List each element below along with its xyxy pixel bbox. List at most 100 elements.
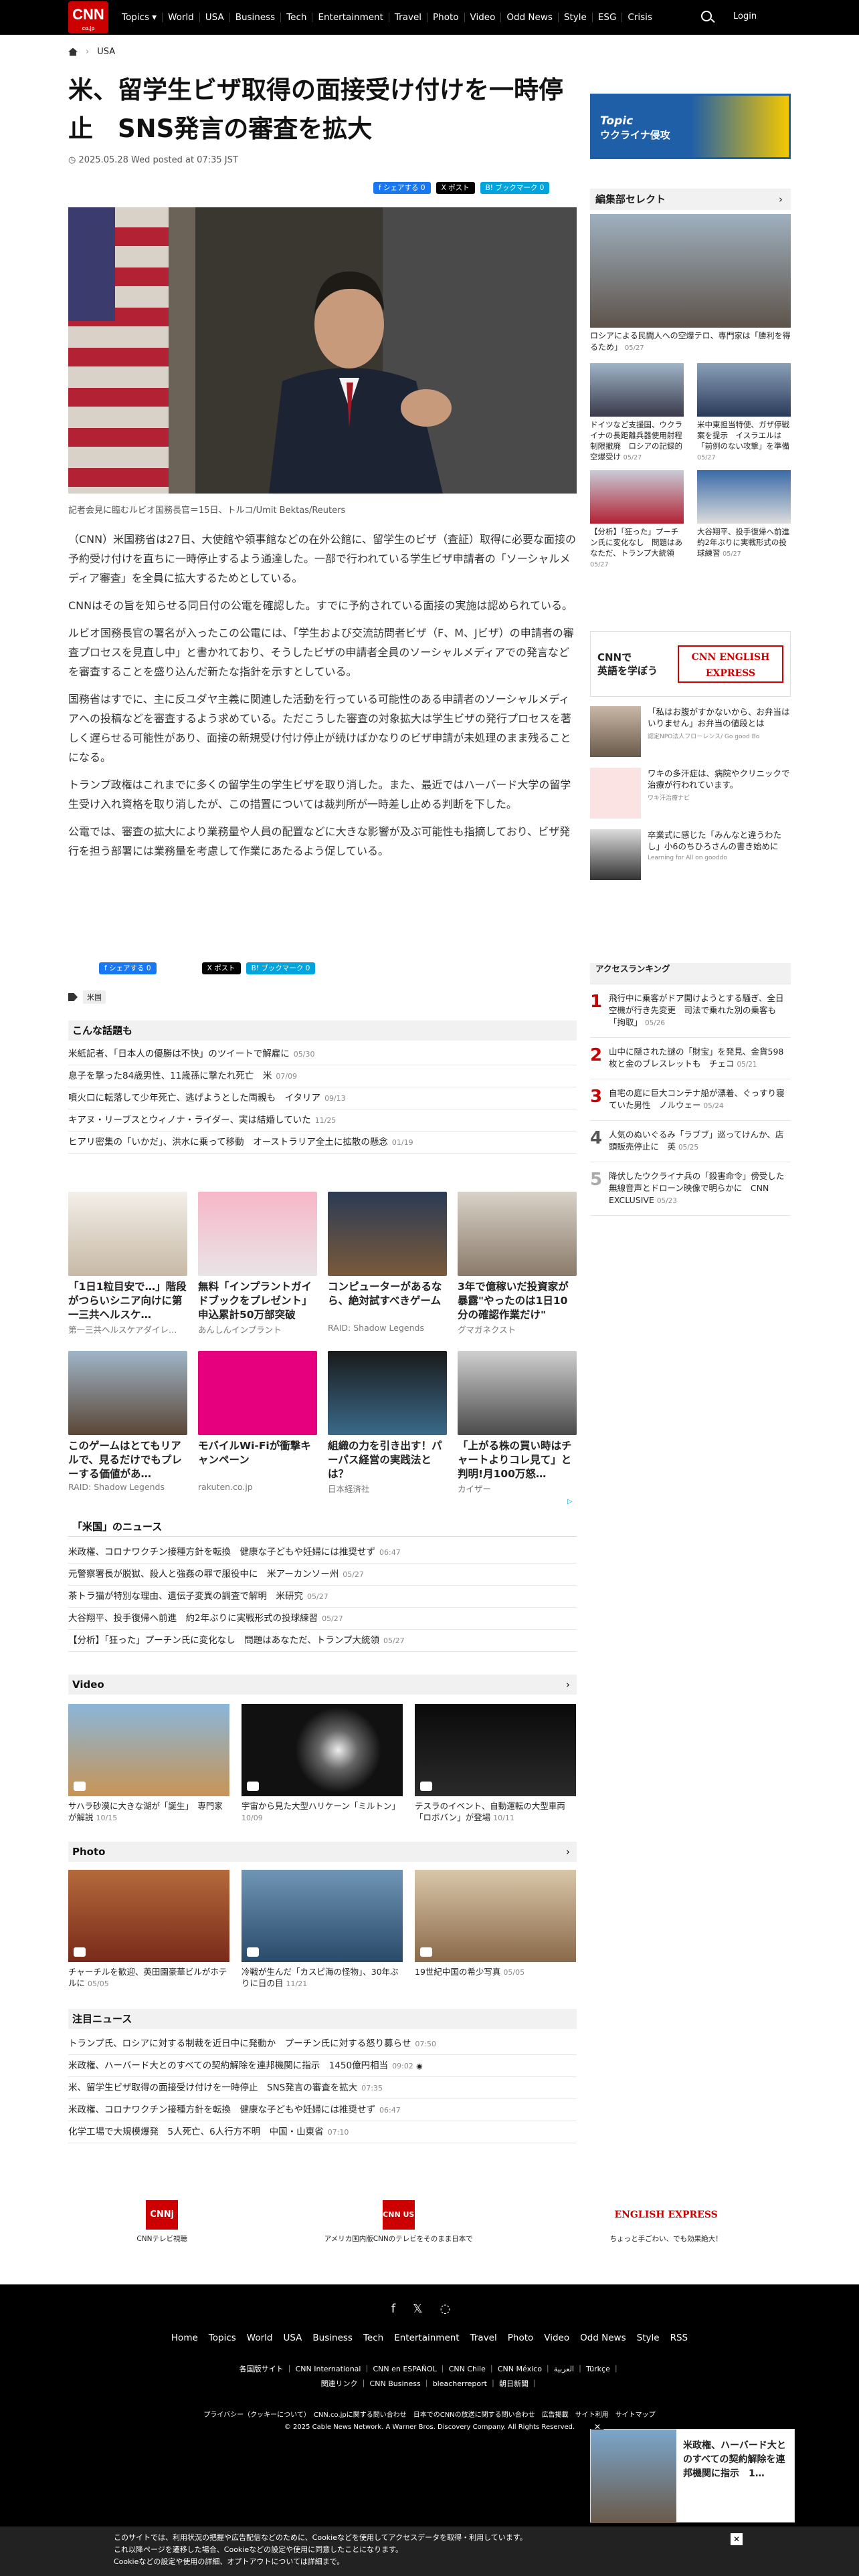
- title-text[interactable]: サハラ砂漠に大きな湖が「誕生」 専門家が解説: [68, 1801, 223, 1822]
- editor-main-title[interactable]: ロシアによる民間人への空爆テロ、専門家は「勝利を得るため」 05/27: [590, 330, 791, 354]
- adchoices-icon[interactable]: ▷: [567, 1498, 573, 1505]
- video-title[interactable]: 宇宙から見た大型ハリケーン「ミルトン」 10/09: [242, 1800, 403, 1824]
- list-item[interactable]: 米政権、コロナワクチン接種方針を転換 健康な子どもや妊婦には推奨せず 06:47: [68, 2099, 577, 2121]
- list-item[interactable]: 米紙記者、「日本人の優勝は不快」のツイートで解雇に 05/30: [68, 1043, 577, 1065]
- sponsored-item[interactable]: 卒業式に感じた「みんなと違うわたし」小6のちひろさんの書き始めに Learning…: [590, 829, 791, 880]
- item-title[interactable]: 噴火口に転落して少年死亡、逃げようとした両親も イタリア: [68, 1093, 320, 1103]
- promo-label[interactable]: CNNテレビ視聴: [136, 2235, 187, 2243]
- ad-card[interactable]: コンピューターがあるなら、絶対試すべきゲーム RAID: Shadow Legen…: [328, 1192, 447, 1335]
- ad-image[interactable]: [458, 1351, 577, 1435]
- title-text[interactable]: 宇宙から見た大型ハリケーン「ミルトン」: [242, 1801, 400, 1811]
- photo-thumbnail[interactable]: [68, 1870, 229, 1962]
- footer-nav-item[interactable]: Photo: [508, 2333, 534, 2343]
- editor-card[interactable]: 米中東担当特使、ガザ停戦案を提示 イスラエルは「前例のない攻撃」を準備 05/2…: [697, 363, 791, 462]
- nav-item[interactable]: Tech: [281, 13, 313, 22]
- editor-main-image[interactable]: [590, 214, 791, 328]
- nav-item[interactable]: Video: [465, 13, 502, 22]
- x-icon[interactable]: 𝕏: [413, 2302, 440, 2316]
- list-item[interactable]: 噴火口に転落して少年死亡、逃げようとした両親も イタリア 09/13: [68, 1087, 577, 1109]
- footer-nav-item[interactable]: USA: [283, 2333, 302, 2343]
- topic-title[interactable]: ウクライナ侵攻: [600, 128, 789, 142]
- english-express-logo[interactable]: ENGLISH EXPRESS: [610, 2200, 723, 2230]
- breadcrumb-section[interactable]: USA: [97, 47, 115, 57]
- facebook-share-button[interactable]: f シェアする 0: [373, 182, 431, 194]
- video-card[interactable]: テスラのイベント、自動運転の大型車両「ロボバン」が登場 10/11: [415, 1704, 576, 1824]
- nav-item[interactable]: Style: [559, 13, 593, 22]
- x-post-button[interactable]: X ポスト: [201, 962, 241, 974]
- editor-card[interactable]: 【分析】「狂った」プーチン氏に変化なし 問題はあなただ、トランプ大統領 05/2…: [590, 470, 684, 569]
- editor-card[interactable]: 大谷翔平、投手復帰へ前進 約2年ぶりに実戦形式の投球練習 05/27: [697, 470, 791, 569]
- photo-title[interactable]: 19世紀中国の希少写真 05/05: [415, 1966, 576, 1978]
- promo-label[interactable]: アメリカ国内版CNNのテレビをそのまま日本で: [324, 2235, 473, 2243]
- photo-title[interactable]: 冷戦が生んだ「カスピ海の怪物」、30年ぶりに日の目 11/21: [242, 1966, 403, 1990]
- nav-item[interactable]: USA: [200, 13, 230, 22]
- chevron-right-icon[interactable]: ›: [566, 1675, 570, 1695]
- list-item[interactable]: 米政権、コロナワクチン接種方針を転換 健康な子どもや妊婦には推奨せず 06:47: [68, 1541, 577, 1564]
- ad-title[interactable]: コンピューターがあるなら、絶対試すべきゲーム: [328, 1280, 447, 1323]
- title-text[interactable]: ロシアによる民間人への空爆テロ、専門家は「勝利を得るため」: [590, 331, 791, 352]
- ad-title[interactable]: 組織の力を引き出す！パーパス経営の実践法とは？: [328, 1439, 447, 1482]
- item-title[interactable]: 米政権、ハーバード大とのすべての契約解除を連邦機関に指示 1450億円相当: [68, 2060, 388, 2071]
- cnn-logo[interactable]: CNN co.jp: [68, 1, 108, 33]
- topic-banner[interactable]: Topic ウクライナ侵攻: [590, 94, 791, 159]
- rank-title[interactable]: 山中に隠された謎の「財宝」を発見、金貨598枚と金のブレスレットも チェコ: [609, 1047, 783, 1069]
- nav-item[interactable]: Entertainment: [312, 13, 389, 22]
- list-item[interactable]: 【分析】「狂った」プーチン氏に変化なし 問題はあなただ、トランプ大統領 05/27: [68, 1630, 577, 1652]
- cookie-text[interactable]: Cookieなどの設定や使用の詳細、オプトアウトについては詳細まで。: [114, 2556, 859, 2568]
- title-text[interactable]: テスラのイベント、自動運転の大型車両「ロボバン」が登場: [415, 1801, 565, 1822]
- footer-related-links[interactable]: 関連リンク ｜ CNN Business ｜ bleacherreport ｜ …: [0, 2378, 859, 2389]
- item-title[interactable]: 化学工場で大規模爆発 5人死亡、6人行方不明 中国・山東省: [68, 2127, 324, 2137]
- english-express-logo[interactable]: CNN ENGLISH EXPRESS: [678, 645, 783, 683]
- nav-item[interactable]: Photo: [427, 13, 465, 22]
- promo-label[interactable]: ちょっと手ごわい、でも効果絶大！: [610, 2235, 723, 2243]
- sponsored-item[interactable]: ワキの多汗症は、病院やクリニックで治療が行われています。 ワキ汗治療ナビ: [590, 768, 791, 819]
- title-text[interactable]: 米中東担当特使、ガザ停戦案を提示 イスラエルは「前例のない攻撃」を準備: [697, 420, 789, 451]
- list-item[interactable]: 大谷翔平、投手復帰へ前進 約2年ぶりに実戦形式の投球練習 05/27: [68, 1608, 577, 1630]
- item-title[interactable]: 元警察署長が脱獄、殺人と強姦の罪で服役中に 米アーカンソー州: [68, 1569, 339, 1580]
- ad-image[interactable]: [198, 1192, 317, 1276]
- footer-nav-item[interactable]: Travel: [470, 2333, 497, 2343]
- title-text[interactable]: 19世紀中国の希少写真: [415, 1967, 500, 1977]
- title-text[interactable]: 【分析】「狂った」プーチン氏に変化なし 問題はあなただ、トランプ大統領: [590, 527, 682, 558]
- item-title[interactable]: トランプ氏、ロシアに対する制裁を近日中に発動か プーチン氏に対する怒り募らせ: [68, 2038, 411, 2049]
- sponsored-title[interactable]: 卒業式に感じた「みんなと違うわたし」小6のちひろさんの書き始めに: [648, 829, 791, 852]
- footer-nav-item[interactable]: Style: [637, 2333, 660, 2343]
- ad-image[interactable]: [198, 1351, 317, 1435]
- ad-image[interactable]: [68, 1192, 187, 1276]
- photo-heading[interactable]: Photo ›: [68, 1842, 577, 1862]
- item-title[interactable]: 米、留学生ビザ取得の面接受け付けを一時停止 SNS発言の審査を拡大: [68, 2082, 357, 2093]
- cnnj-logo[interactable]: CNNj: [146, 2200, 179, 2230]
- editor-thumbnail[interactable]: [590, 470, 684, 524]
- sponsored-thumbnail[interactable]: [590, 706, 641, 757]
- chevron-right-icon[interactable]: ›: [566, 1842, 570, 1862]
- footer-nav-item[interactable]: RSS: [670, 2333, 688, 2343]
- rss-icon[interactable]: ◌: [440, 2302, 468, 2316]
- close-icon[interactable]: ✕: [731, 2533, 743, 2545]
- ad-title[interactable]: 「1日1粒目安で…」階段がつらいシニア向けに第一三共ヘルスケ…: [68, 1280, 187, 1323]
- list-item[interactable]: トランプ氏、ロシアに対する制裁を近日中に発動か プーチン氏に対する怒り募らせ 07…: [68, 2033, 577, 2055]
- sponsored-thumbnail[interactable]: [590, 768, 641, 819]
- photo-thumbnail[interactable]: [415, 1870, 576, 1962]
- footer-nav-item[interactable]: Business: [312, 2333, 353, 2343]
- hatena-bookmark-button[interactable]: B! ブックマーク 0: [480, 182, 550, 194]
- item-title[interactable]: 米紙記者、「日本人の優勝は不快」のツイートで解雇に: [68, 1049, 290, 1059]
- rank-title[interactable]: 自宅の庭に巨大コンテナ船が漂着、ぐっすり寝ていた男性 ノルウェー: [609, 1088, 785, 1110]
- list-item[interactable]: 化学工場で大規模爆発 5人死亡、6人行方不明 中国・山東省 07:10: [68, 2121, 577, 2143]
- ad-card[interactable]: 無料「インプラントガイドブックをプレゼント」申込累計50万部突破 あんしんインプラ…: [198, 1192, 317, 1335]
- ad-image[interactable]: [458, 1192, 577, 1276]
- promo-cnnj[interactable]: CNNj CNNテレビ視聴: [136, 2200, 187, 2244]
- topic-label[interactable]: Topic: [600, 114, 789, 128]
- list-item[interactable]: ヒアリ密集の「いかだ」、洪水に乗って移動 オーストラリア全土に拡散の懸念 01/1…: [68, 1132, 577, 1154]
- ad-card[interactable]: 「上がる株の買い時はチャートよりコレ見て」と判明!月100万怒… カイザー: [458, 1351, 577, 1495]
- video-title[interactable]: サハラ砂漠に大きな湖が「誕生」 専門家が解説 10/15: [68, 1800, 229, 1824]
- ad-image[interactable]: [328, 1192, 447, 1276]
- video-thumbnail[interactable]: [242, 1704, 403, 1796]
- item-title[interactable]: 茶トラ猫が特別な理由、遺伝子変異の調査で解明 米研究: [68, 1591, 303, 1602]
- video-thumbnail[interactable]: [415, 1704, 576, 1796]
- ad-card[interactable]: 組織の力を引き出す！パーパス経営の実践法とは？ 日本経済社: [328, 1351, 447, 1495]
- popup-title[interactable]: 米政権、ハーバード大とのすべての契約解除を連邦機関に指示 1…: [683, 2439, 790, 2481]
- item-title[interactable]: ヒアリ密集の「いかだ」、洪水に乗って移動 オーストラリア全土に拡散の懸念: [68, 1137, 388, 1148]
- nav-item[interactable]: Business: [230, 13, 282, 22]
- item-title[interactable]: 米政権、コロナワクチン接種方針を転換 健康な子どもや妊婦には推奨せず: [68, 1547, 375, 1558]
- item-title[interactable]: 大谷翔平、投手復帰へ前進 約2年ぶりに実戦形式の投球練習: [68, 1613, 318, 1624]
